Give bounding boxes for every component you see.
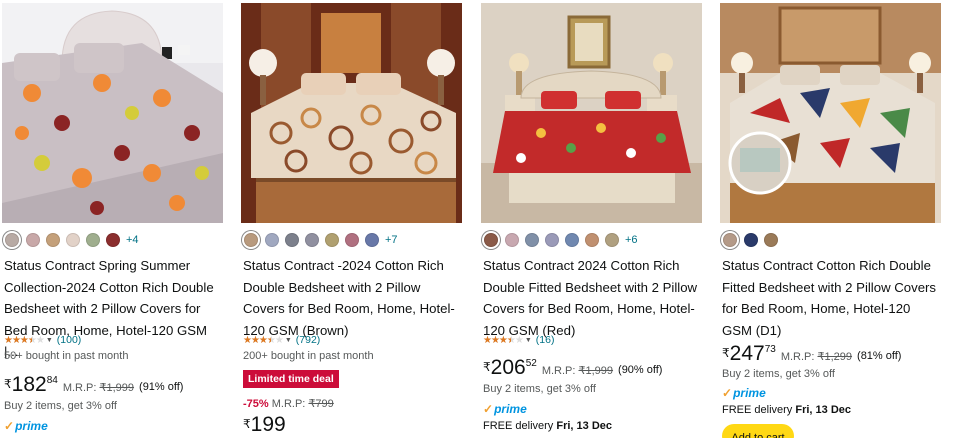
check-icon: ✓ <box>483 402 494 416</box>
rating-count[interactable]: (16) <box>536 334 555 346</box>
rating-count[interactable]: (792) <box>296 334 321 346</box>
more-colors-link[interactable]: +4 <box>126 234 139 246</box>
chevron-down-icon: ▼ <box>524 336 532 344</box>
multi-buy-offer: Buy 2 items, get 3% off <box>483 383 596 395</box>
star-rating-icon: ★★★★★★★★★★ <box>4 334 45 346</box>
color-swatch[interactable] <box>106 233 120 247</box>
product-card: Status Contract Cotton Rich Double Fitte… <box>720 0 942 438</box>
color-swatches <box>722 231 784 249</box>
color-swatch[interactable] <box>325 233 339 247</box>
deal-percent: -75% <box>243 398 269 410</box>
color-swatch[interactable] <box>46 233 60 247</box>
color-swatch[interactable] <box>285 233 299 247</box>
product-title[interactable]: Status Contract Cotton Rich Double Fitte… <box>722 255 942 341</box>
price-fraction: 52 <box>525 358 537 369</box>
product-card: +7 Status Contract -2024 Cotton Rich Dou… <box>241 0 463 438</box>
bedsheet-floral-grey-image <box>2 3 223 223</box>
chevron-down-icon: ▼ <box>284 336 292 344</box>
bought-count: 200+ bought in past month <box>243 350 374 362</box>
product-image[interactable] <box>481 3 702 223</box>
multi-buy-offer: Buy 2 items, get 3% off <box>4 400 117 412</box>
prime-badge: ✓prime <box>722 386 766 400</box>
color-swatch[interactable] <box>5 233 19 247</box>
bedsheet-circles-brown-image <box>241 3 462 223</box>
mrp: M.R.P: ₹1,999 <box>541 365 614 377</box>
price-whole: 199 <box>250 413 286 436</box>
color-swatch[interactable] <box>605 233 619 247</box>
limited-time-deal-badge: Limited time deal <box>243 370 339 388</box>
color-swatch[interactable] <box>545 233 559 247</box>
color-swatch[interactable] <box>484 233 498 247</box>
multi-buy-offer: Buy 2 items, get 3% off <box>722 368 835 380</box>
currency-symbol: ₹ <box>483 360 491 374</box>
price-whole: 206 <box>490 356 526 379</box>
price-row[interactable]: ₹ 199 <box>243 414 286 436</box>
product-image[interactable] <box>2 3 223 223</box>
currency-symbol: ₹ <box>243 417 251 431</box>
star-rating-icon: ★★★★★★★★★★ <box>483 334 524 346</box>
product-image[interactable] <box>720 3 941 223</box>
more-colors-link[interactable]: +6 <box>625 234 638 246</box>
color-swatch[interactable] <box>66 233 80 247</box>
mrp: M.R.P: ₹1,299 <box>780 351 853 363</box>
color-swatch[interactable] <box>525 233 539 247</box>
deal-discount-row: -75% M.R.P: ₹799 <box>243 397 334 410</box>
more-colors-link[interactable]: +7 <box>385 234 398 246</box>
color-swatch[interactable] <box>365 233 379 247</box>
star-rating-icon: ★★★★★★★★★★ <box>243 334 284 346</box>
color-swatch[interactable] <box>764 233 778 247</box>
color-swatch[interactable] <box>265 233 279 247</box>
mrp: M.R.P: ₹1,999 <box>62 382 135 394</box>
bought-count: 50+ bought in past month <box>4 350 129 362</box>
color-swatch[interactable] <box>744 233 758 247</box>
color-swatch[interactable] <box>244 233 258 247</box>
prime-badge: ✓prime <box>483 402 527 416</box>
mrp: M.R.P: ₹799 <box>271 398 334 410</box>
add-to-cart-button[interactable]: Add to cart <box>722 424 794 438</box>
rating-count[interactable]: (100) <box>57 334 82 346</box>
currency-symbol: ₹ <box>722 346 730 360</box>
color-swatch[interactable] <box>305 233 319 247</box>
product-title[interactable]: Status Contract 2024 Cotton Rich Double … <box>483 255 703 341</box>
color-swatches: +7 <box>243 231 398 249</box>
color-swatch[interactable] <box>345 233 359 247</box>
discount-percent: (81% off) <box>857 350 902 362</box>
chevron-down-icon: ▼ <box>45 336 53 344</box>
rating[interactable]: ★★★★★★★★★★ ▼ (792) <box>243 333 320 347</box>
check-icon: ✓ <box>4 419 15 433</box>
price-fraction: 73 <box>764 344 776 355</box>
product-card: +6 Status Contract 2024 Cotton Rich Doub… <box>481 0 703 438</box>
price-fraction: 84 <box>46 375 58 386</box>
price-whole: 247 <box>729 342 765 365</box>
product-title[interactable]: Status Contract -2024 Cotton Rich Double… <box>243 255 463 341</box>
color-swatches: +6 <box>483 231 638 249</box>
product-image[interactable] <box>241 3 462 223</box>
color-swatch[interactable] <box>26 233 40 247</box>
color-swatch[interactable] <box>505 233 519 247</box>
color-swatch[interactable] <box>565 233 579 247</box>
rating[interactable]: ★★★★★★★★★★ ▼ (100) <box>4 333 81 347</box>
currency-symbol: ₹ <box>4 377 12 391</box>
price-row[interactable]: ₹ 247 73 M.R.P: ₹1,299 (81% off) <box>722 343 901 365</box>
price-row[interactable]: ₹ 182 84 M.R.P: ₹1,999 (91% off) <box>4 374 183 396</box>
check-icon: ✓ <box>722 386 733 400</box>
bedsheet-geometric-image <box>720 3 941 223</box>
bedsheet-floral-red-image <box>481 3 702 223</box>
color-swatches: +4 <box>4 231 139 249</box>
color-swatch[interactable] <box>585 233 599 247</box>
product-card: +4 Status Contract Spring Summer Collect… <box>2 0 224 438</box>
discount-percent: (90% off) <box>618 364 663 376</box>
price-whole: 182 <box>11 373 47 396</box>
color-swatch[interactable] <box>86 233 100 247</box>
price-row[interactable]: ₹ 206 52 M.R.P: ₹1,999 (90% off) <box>483 357 662 379</box>
discount-percent: (91% off) <box>139 381 184 393</box>
prime-badge: ✓prime <box>4 419 48 433</box>
color-swatch[interactable] <box>723 233 737 247</box>
delivery-info: FREE delivery Fri, 13 Dec <box>722 404 851 416</box>
rating[interactable]: ★★★★★★★★★★ ▼ (16) <box>483 333 554 347</box>
delivery-info: FREE delivery Fri, 13 Dec <box>483 420 612 432</box>
